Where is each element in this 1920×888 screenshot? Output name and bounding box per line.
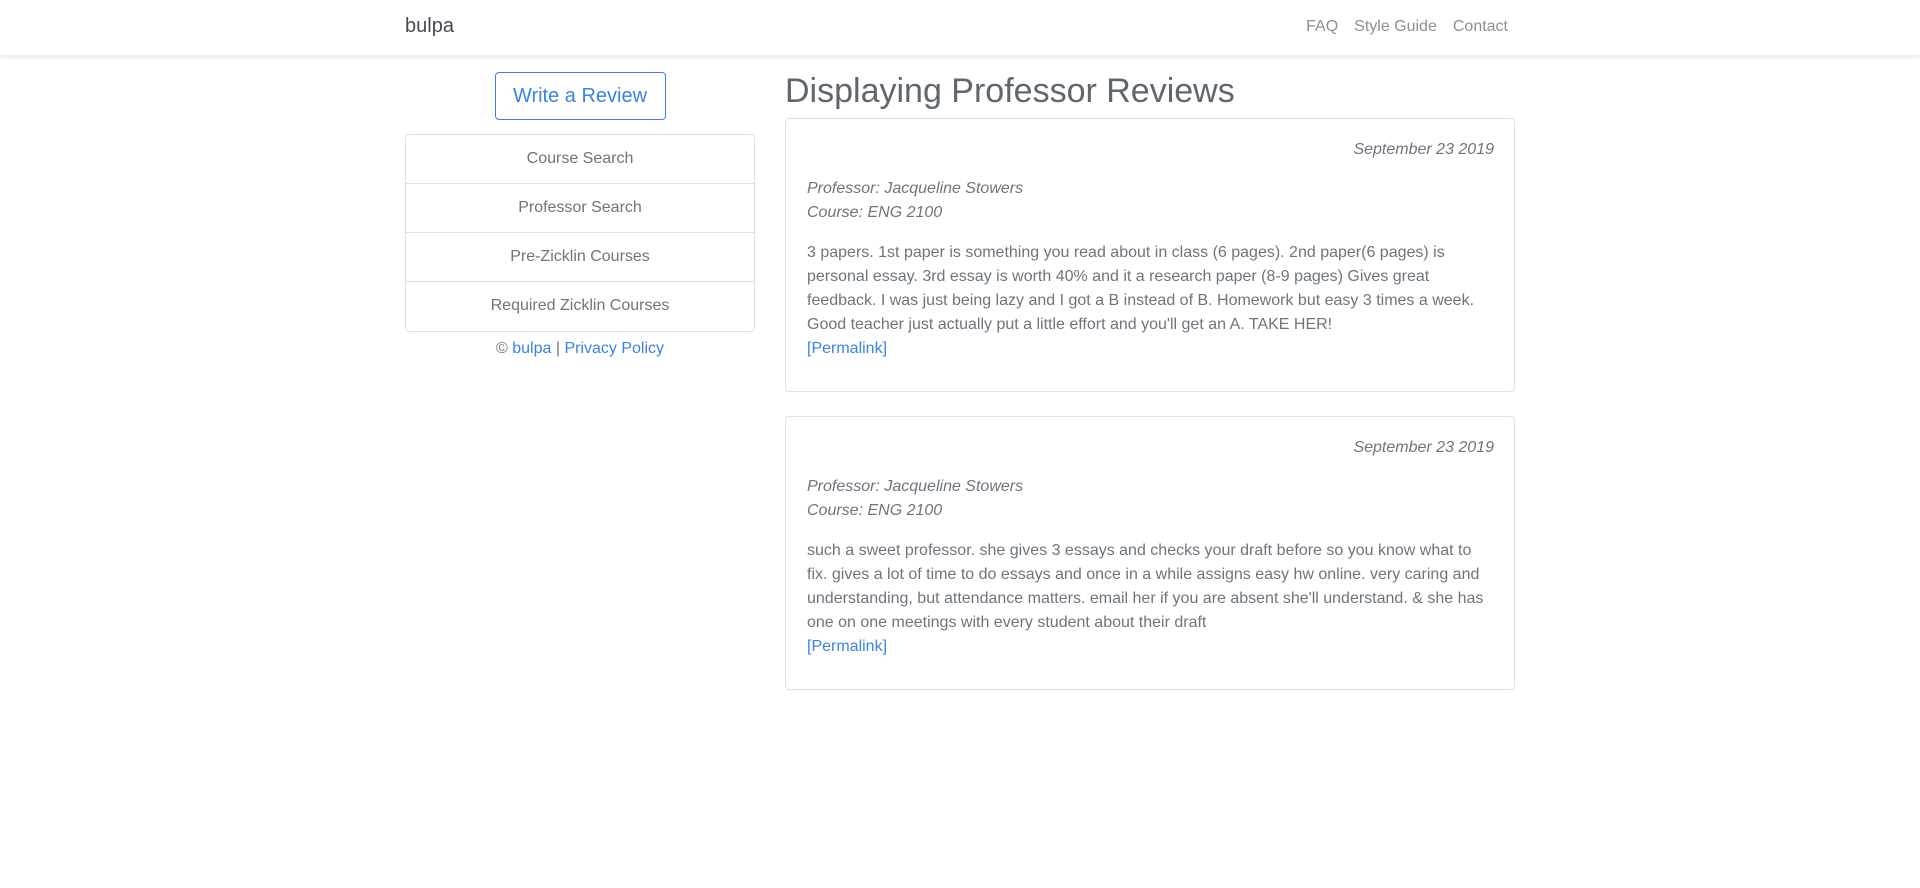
review-course: Course: ENG 2100: [807, 502, 943, 519]
review-body: 3 papers. 1st paper is something you rea…: [807, 244, 1475, 333]
sidebar: Write a Review Course Search Professor S…: [405, 72, 755, 358]
permalink-link[interactable]: [Permalink]: [807, 638, 887, 655]
review-text: 3 papers. 1st paper is something you rea…: [807, 241, 1494, 361]
nav-link-contact[interactable]: Contact: [1453, 18, 1508, 36]
write-review-button[interactable]: Write a Review: [494, 72, 666, 120]
review-body: such a sweet professor. she gives 3 essa…: [807, 542, 1484, 631]
review-date: September 23 2019: [1353, 439, 1494, 456]
review-meta: Professor: Jacqueline Stowers Course: EN…: [807, 475, 1494, 523]
footer-separator: |: [555, 340, 560, 357]
privacy-policy-link[interactable]: Privacy Policy: [564, 340, 664, 357]
nav-link-faq[interactable]: FAQ: [1306, 18, 1338, 36]
review-meta: Professor: Jacqueline Stowers Course: EN…: [807, 177, 1494, 225]
page-title: Displaying Professor Reviews: [785, 72, 1235, 110]
sidebar-item-course-search[interactable]: Course Search: [406, 135, 754, 184]
sidebar-item-pre-zicklin-courses[interactable]: Pre-Zicklin Courses: [406, 233, 754, 282]
sidebar-item-professor-search[interactable]: Professor Search: [406, 184, 754, 233]
review-text: such a sweet professor. she gives 3 essa…: [807, 539, 1494, 659]
review-date: September 23 2019: [1353, 141, 1494, 158]
review-course: Course: ENG 2100: [807, 204, 943, 221]
sidebar-item-required-zicklin-courses[interactable]: Required Zicklin Courses: [406, 282, 754, 331]
permalink-link[interactable]: [Permalink]: [807, 340, 887, 357]
review-professor: Professor: Jacqueline Stowers: [807, 478, 1024, 495]
nav-link-style-guide[interactable]: Style Guide: [1354, 18, 1437, 36]
sidebar-footer: © bulpa | Privacy Policy: [405, 340, 755, 358]
top-navbar: bulpa FAQ Style Guide Contact: [0, 0, 1920, 56]
copyright-symbol: ©: [495, 340, 508, 357]
footer-brand-link[interactable]: bulpa: [512, 340, 551, 357]
nav-links: FAQ Style Guide Contact: [1306, 18, 1508, 36]
sidebar-list: Course Search Professor Search Pre-Zickl…: [405, 134, 755, 332]
review-card: September 23 2019 Professor: Jacqueline …: [785, 416, 1515, 690]
review-professor: Professor: Jacqueline Stowers: [807, 180, 1024, 197]
main-content: Displaying Professor Reviews September 2…: [785, 70, 1515, 714]
review-card: September 23 2019 Professor: Jacqueline …: [785, 118, 1515, 392]
brand-logo[interactable]: bulpa: [405, 15, 454, 38]
